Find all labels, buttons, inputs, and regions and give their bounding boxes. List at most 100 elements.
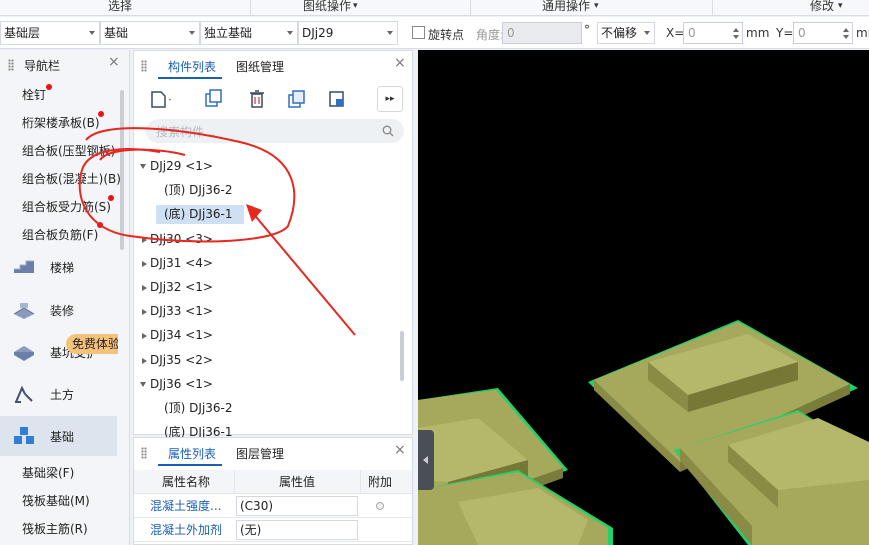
tree-group-row[interactable]: DJj29 <1>	[134, 155, 398, 177]
chevron-down-icon: ▾	[594, 1, 599, 11]
type-combo[interactable]: 独立基础	[200, 21, 298, 45]
delete-icon[interactable]	[244, 87, 270, 111]
chevron-right-icon[interactable]	[142, 260, 147, 267]
floor-combo[interactable]: 基础层	[0, 21, 100, 45]
ribbon-group-drawing-ops[interactable]: 图纸操作	[303, 0, 351, 14]
ribbon-group-general-ops[interactable]: 通用操作	[542, 0, 590, 14]
nav-category-decoration[interactable]: 装修	[0, 290, 117, 330]
x-label: X=	[666, 26, 685, 40]
chevron-down-icon: ▾	[353, 1, 358, 11]
y-input[interactable]: 0	[793, 22, 853, 44]
nav-item-composite-main-rebar[interactable]: 组合板受力筋(S)	[22, 198, 111, 215]
column-header-extra: 附加	[368, 475, 393, 489]
tree-group-row[interactable]: DJj32 <1>	[134, 276, 398, 298]
expand-more-button[interactable]: ▸▸	[377, 86, 403, 112]
chevron-down-icon[interactable]	[140, 164, 146, 169]
column-header-name: 属性名称	[162, 475, 211, 489]
nav-item-foundation-beam[interactable]: 基础梁(F)	[22, 464, 74, 481]
copy-icon[interactable]	[200, 87, 226, 111]
close-icon[interactable]: ×	[108, 54, 120, 70]
tree-group-row[interactable]: DJj31 <4>	[134, 252, 398, 274]
chevron-right-icon[interactable]	[142, 285, 147, 291]
chevron-down-icon[interactable]	[140, 381, 146, 387]
table-header: 属性名称 属性值 附加	[134, 470, 412, 494]
chevron-right-icon[interactable]	[142, 357, 147, 364]
navigation-panel: 导航栏 × 栓钉 桁架楼承板(B) 组合板(压型钢板) 组合板(混凝土)(B) …	[0, 50, 130, 545]
nav-item-composite-steel[interactable]: 组合板(压型钢板)	[22, 142, 115, 159]
chevron-right-icon[interactable]	[142, 309, 147, 316]
table-row[interactable]: 混凝土外加剂 (无)	[134, 518, 412, 542]
drag-handle-icon[interactable]	[8, 59, 14, 71]
tree-label: (底) DJj36-1	[164, 207, 233, 222]
tree-group-row[interactable]: DJj33 <1>	[134, 300, 398, 322]
nav-category-earthwork[interactable]: 土方	[0, 374, 117, 414]
rotate-point-label: 旋转点	[428, 28, 465, 42]
search-input[interactable]: 搜索构件...	[146, 119, 404, 143]
nav-item-composite-concrete[interactable]: 组合板(混凝土)(B)	[22, 170, 121, 187]
nav-scrollbar[interactable]	[120, 90, 124, 250]
rotate-point-checkbox[interactable]	[412, 26, 425, 39]
ribbon-group-modify[interactable]: 修改	[810, 0, 834, 14]
nav-item-truss-deck[interactable]: 桁架楼承板(B)	[22, 114, 100, 131]
property-value-input[interactable]: (C30)	[236, 496, 358, 516]
tree-label: DJj31 <4>	[150, 255, 213, 270]
layer-copy-icon[interactable]	[284, 87, 310, 111]
chevron-right-icon[interactable]	[142, 333, 147, 340]
tree-group-row[interactable]: DJj30 <3>	[134, 228, 398, 250]
decoration-icon	[13, 303, 35, 319]
tree-child-row[interactable]: (顶) DJj36-2	[134, 397, 398, 419]
chevron-right-icon[interactable]	[142, 236, 147, 243]
free-trial-badge[interactable]: 免费体验	[66, 334, 118, 354]
category-combo[interactable]: 基础	[100, 21, 200, 45]
tree-group-row[interactable]: DJj34 <1>	[134, 324, 398, 346]
nav-item-raft-main-rebar[interactable]: 筏板主筋(R)	[22, 520, 88, 537]
tree-child-row[interactable]: (底) DJj36-1	[134, 203, 398, 225]
tree-label: DJj33 <1>	[150, 304, 213, 319]
degree-unit: °	[584, 23, 590, 37]
column-divider	[360, 470, 361, 494]
x-input[interactable]: 0	[683, 22, 743, 44]
property-panel: 属性列表 图层管理 × 属性名称 属性值 附加 混凝土强度... (C30) 混…	[133, 437, 413, 545]
tree-scrollbar[interactable]	[400, 331, 404, 381]
new-component-icon[interactable]	[146, 87, 172, 111]
property-name: 混凝土强度...	[150, 499, 222, 513]
tree-label: (顶) DJj36-2	[164, 183, 233, 198]
annotation-dot	[108, 195, 114, 201]
ribbon-divider	[712, 0, 713, 16]
close-icon[interactable]: ×	[394, 442, 406, 458]
extra-radio[interactable]	[376, 502, 384, 510]
export-icon[interactable]	[324, 87, 350, 111]
viewport-3d[interactable]	[418, 50, 869, 545]
nav-item-raft-foundation[interactable]: 筏板基础(M)	[22, 492, 90, 509]
ribbon-group-select[interactable]: 选择	[108, 0, 132, 14]
stairs-icon	[14, 260, 34, 273]
y-unit: mm	[856, 26, 869, 40]
tab-component-list[interactable]: 构件列表	[168, 58, 216, 75]
table-row[interactable]: 混凝土强度... (C30)	[134, 494, 412, 518]
tree-label: DJj29 <1>	[150, 159, 213, 173]
property-value-input[interactable]: (无)	[236, 520, 358, 540]
offset-combo[interactable]: 不偏移	[597, 22, 655, 44]
tree-group-row[interactable]: DJj36 <1>	[134, 373, 398, 395]
tree-label: DJj32 <1>	[150, 280, 213, 294]
tree-child-row[interactable]: (顶) DJj36-2	[134, 179, 398, 201]
nav-item-stud[interactable]: 栓钉	[22, 86, 46, 103]
drag-handle-icon[interactable]	[141, 447, 147, 459]
active-tab-indicator	[158, 77, 222, 79]
collapse-panel-handle[interactable]	[418, 430, 434, 490]
tree-group-row[interactable]: DJj35 <2>	[134, 349, 398, 371]
tab-drawing-management[interactable]: 图纸管理	[236, 58, 284, 75]
property-toolbar: 基础层 基础 独立基础 DJj29 旋转点 角度: 0 ° 不偏移 X= 0 m…	[0, 17, 869, 49]
annotation-dot	[98, 111, 104, 117]
tab-layer-management[interactable]: 图层管理	[236, 445, 284, 462]
angle-input[interactable]: 0	[502, 22, 582, 44]
drag-handle-icon[interactable]	[141, 60, 147, 72]
component-combo[interactable]: DJj29	[298, 21, 398, 45]
search-icon[interactable]	[382, 125, 394, 137]
tab-property-list[interactable]: 属性列表	[168, 445, 216, 462]
nav-category-foundation[interactable]: 基础	[0, 416, 117, 456]
earthwork-icon	[15, 385, 33, 403]
close-icon[interactable]: ×	[394, 55, 406, 71]
nav-item-composite-neg-rebar[interactable]: 组合板负筋(F)	[22, 226, 98, 243]
nav-category-stairs[interactable]: 楼梯	[0, 247, 117, 287]
